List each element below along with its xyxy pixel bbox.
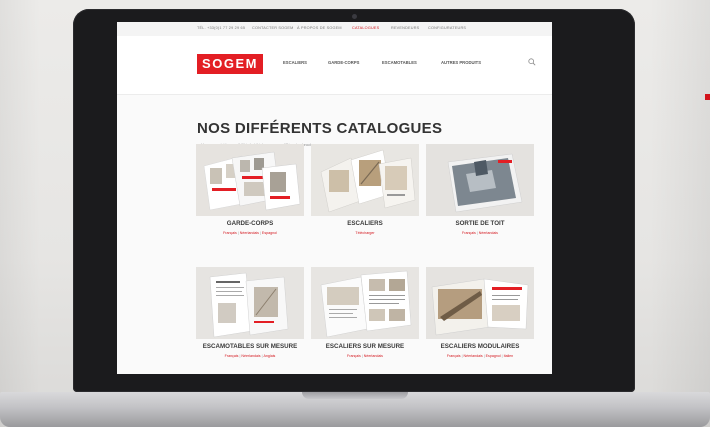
catalogue-image-garde-corps[interactable] xyxy=(196,144,304,216)
download-link-neerlandais[interactable]: Néerlandais xyxy=(464,354,483,358)
download-links: Français|Néerlandais xyxy=(426,231,534,235)
download-links: Français|Néerlandais xyxy=(311,354,419,358)
catalogue-card: ESCALIERS SUR MESURE Français|Néerlandai… xyxy=(311,267,419,374)
main-navigation xyxy=(117,36,552,95)
phone-link[interactable]: TÉL. +33(0)1 77 29 29 65 xyxy=(197,26,245,30)
page-title: NOS DIFFÉRENTS CATALOGUES xyxy=(197,120,443,138)
contact-link[interactable]: CONTACTER SOGEM xyxy=(252,26,294,30)
download-link-neerlandais[interactable]: Néerlandais xyxy=(479,231,498,235)
download-links: Français|Néerlandais|Anglais xyxy=(196,354,304,358)
catalogue-card: ESCALIERS MODULAIRES Français|Néerlandai… xyxy=(426,267,534,374)
download-link-espagnol[interactable]: Espagnol xyxy=(486,354,501,358)
catalogue-title: ESCALIERS SUR MESURE xyxy=(325,343,405,350)
download-link-anglais[interactable]: Anglais xyxy=(264,354,276,358)
catalogue-image-escaliers-sur-mesure[interactable] xyxy=(311,267,419,339)
revendeurs-link[interactable]: REVENDEURS xyxy=(391,26,419,30)
catalogue-image-sortie-de-toit[interactable] xyxy=(426,144,534,216)
catalogue-card: SORTIE DE TOIT Français|Néerlandais xyxy=(426,144,534,254)
download-link-francais[interactable]: Français xyxy=(462,231,476,235)
download-link-italien[interactable]: Italien xyxy=(504,354,514,358)
catalogue-title: ESCAMOTABLES SUR MESURE xyxy=(202,343,298,350)
nav-item-garde-corps[interactable]: GARDE-CORPS xyxy=(328,60,359,65)
catalogue-card: ESCALIERS Télécharger xyxy=(311,144,419,254)
wall-shadow-left xyxy=(0,0,40,427)
download-link-telecharger[interactable]: Télécharger xyxy=(355,231,374,235)
utility-bar: TÉL. +33(0)1 77 29 29 65 CONTACTER SOGEM… xyxy=(117,22,552,36)
wall-accent xyxy=(705,94,710,100)
catalogue-title: ESCALIERS xyxy=(347,220,383,227)
download-link-francais[interactable]: Français xyxy=(223,231,237,235)
download-link-neerlandais[interactable]: Néerlandais xyxy=(364,354,383,358)
catalogue-title: ESCALIERS MODULAIRES xyxy=(440,343,520,350)
download-links: Télécharger xyxy=(311,231,419,235)
download-link-neerlandais[interactable]: Néerlandais xyxy=(240,231,259,235)
webcam xyxy=(352,14,357,19)
catalogue-title: GARDE-CORPS xyxy=(226,220,274,227)
catalogue-card: GARDE-CORPS Français|Néerlandais|Espagno… xyxy=(196,144,304,254)
download-links: Français|Néerlandais|Espagnol xyxy=(196,231,304,235)
nav-item-escamotables[interactable]: ESCAMOTABLES xyxy=(382,60,417,65)
catalogue-card: ESCAMOTABLES SUR MESURE Français|Néerlan… xyxy=(196,267,304,374)
catalogue-image-escaliers-modulaires[interactable] xyxy=(426,267,534,339)
sogem-logo[interactable]: SOGEM xyxy=(197,54,263,74)
configurateurs-link[interactable]: CONFIGURATEURS xyxy=(428,26,466,30)
wall-shadow-right xyxy=(650,0,710,427)
catalogue-image-escaliers[interactable] xyxy=(311,144,419,216)
download-links: Français|Néerlandais|Espagnol|Italien xyxy=(426,354,534,358)
nav-item-escaliers[interactable]: ESCALIERS xyxy=(283,60,307,65)
download-link-francais[interactable]: Français xyxy=(447,354,461,358)
download-link-neerlandais[interactable]: Néerlandais xyxy=(241,354,260,358)
logo-text: SOGEM xyxy=(202,56,258,71)
about-link[interactable]: À PROPOS DE SOGEM xyxy=(297,26,342,30)
catalogues-link[interactable]: CATALOGUES xyxy=(352,26,379,30)
download-link-francais[interactable]: Français xyxy=(225,354,239,358)
catalogue-image-escamotables-sur-mesure[interactable] xyxy=(196,267,304,339)
browser-screen: TÉL. +33(0)1 77 29 29 65 CONTACTER SOGEM… xyxy=(117,22,552,374)
download-link-francais[interactable]: Français xyxy=(347,354,361,358)
catalogue-title: SORTIE DE TOIT xyxy=(455,220,505,227)
search-icon[interactable] xyxy=(528,58,536,66)
nav-item-autres-produits[interactable]: AUTRES PRODUITS xyxy=(441,60,481,65)
download-link-espagnol[interactable]: Espagnol xyxy=(262,231,277,235)
laptop-notch xyxy=(302,392,408,399)
